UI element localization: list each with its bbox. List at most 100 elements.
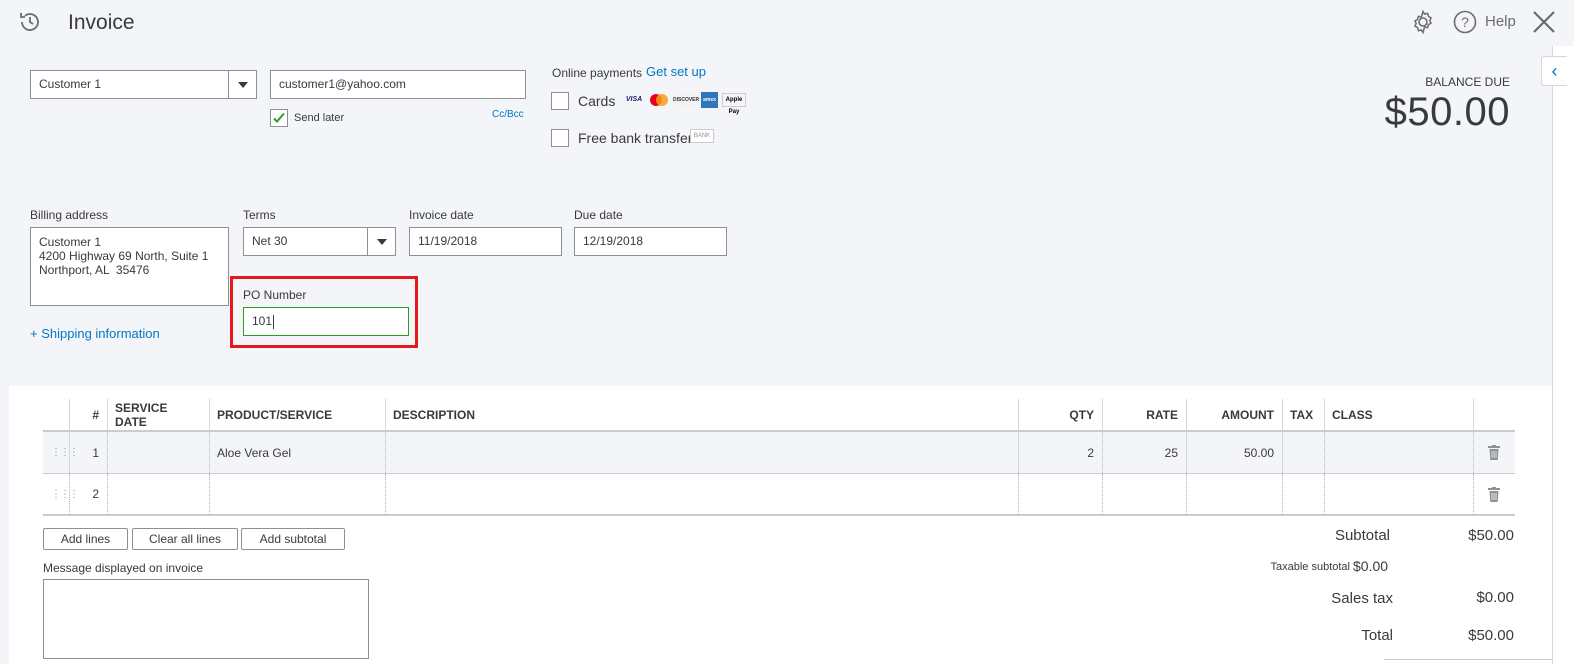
divider — [1384, 659, 1552, 660]
bank-transfer-checkbox[interactable] — [551, 129, 569, 147]
row-num: 2 — [92, 487, 99, 501]
row-tax[interactable] — [1282, 432, 1324, 473]
add-lines-button[interactable]: Add lines — [43, 528, 128, 550]
billing-address-label: Billing address — [30, 208, 109, 222]
help-icon[interactable]: ? — [1452, 9, 1478, 35]
col-header-service-date: SERVICE DATE — [115, 400, 168, 429]
balance-due-amount: $50.00 — [1384, 90, 1510, 134]
row-service-date[interactable] — [107, 432, 209, 473]
subtotal-value: $50.00 — [1468, 527, 1514, 544]
cards-label: Cards — [578, 93, 616, 109]
help-label[interactable]: Help — [1485, 13, 1516, 30]
row-rate[interactable] — [1102, 474, 1186, 514]
billing-line-3: Northport, AL 35476 — [39, 263, 150, 277]
col-header-class: CLASS — [1332, 407, 1373, 422]
col-header-tax: TAX — [1290, 407, 1314, 422]
col-header-rate: RATE — [1146, 407, 1178, 422]
chevron-down-icon[interactable] — [228, 71, 256, 98]
row-qty[interactable] — [1018, 474, 1102, 514]
subtotal-label: Subtotal — [1334, 527, 1390, 544]
taxable-subtotal-label: Taxable subtotal — [1270, 561, 1351, 573]
send-later-checkbox[interactable] — [270, 109, 288, 127]
col-header-product: PRODUCT/SERVICE — [217, 407, 333, 422]
po-number-field[interactable]: 101 — [243, 307, 409, 336]
invoice-date-field[interactable]: 11/19/2018 — [409, 227, 562, 256]
invoice-header — [0, 0, 1574, 46]
row-product[interactable] — [209, 474, 385, 514]
email-value: customer1@yahoo.com — [279, 77, 406, 91]
customer-value: Customer 1 — [39, 77, 102, 91]
trash-icon[interactable] — [1488, 487, 1500, 502]
row-amount[interactable]: 50.00 — [1186, 432, 1282, 473]
message-textarea[interactable] — [43, 579, 369, 659]
add-subtotal-button[interactable]: Add subtotal — [241, 528, 345, 550]
cards-checkbox[interactable] — [551, 92, 569, 110]
customer-select[interactable]: Customer 1 — [30, 70, 257, 99]
table-header-row: # SERVICE DATE PRODUCT/SERVICE DESCRIPTI… — [43, 399, 1515, 432]
collapse-panel-chevron-icon[interactable]: ‹ — [1541, 56, 1567, 86]
right-sidebar-strip — [1552, 46, 1574, 664]
row-service-date[interactable] — [107, 474, 209, 514]
po-number-label: PO Number — [243, 288, 307, 302]
total-label: Total — [1361, 627, 1393, 644]
col-header-qty: QTY — [1069, 407, 1094, 422]
amex-logo-icon: amex — [701, 92, 718, 108]
row-rate[interactable]: 25 — [1102, 432, 1186, 473]
sales-tax-label: Sales tax — [1331, 590, 1393, 607]
billing-line-1: Customer 1 — [39, 235, 102, 249]
table-row[interactable]: ⋮⋮⋮ 2 — [43, 474, 1515, 516]
row-qty[interactable]: 2 — [1018, 432, 1102, 473]
po-number-value: 101 — [252, 314, 273, 328]
trash-icon[interactable] — [1488, 445, 1500, 460]
row-amount[interactable] — [1186, 474, 1282, 514]
billing-line-2: 4200 Highway 69 North, Suite 1 — [39, 249, 209, 263]
chevron-down-icon[interactable] — [367, 228, 395, 255]
gear-icon[interactable] — [1410, 9, 1436, 35]
total-value: $50.00 — [1468, 627, 1514, 644]
visa-logo-icon: VISA — [625, 96, 643, 103]
table-row[interactable]: ⋮⋮⋮ 1 Aloe Vera Gel 2 25 50.00 — [43, 432, 1515, 474]
row-description[interactable] — [385, 432, 1017, 473]
col-header-num: # — [92, 407, 99, 422]
invoice-date-value: 11/19/2018 — [418, 234, 478, 248]
bank-icon: BANK — [690, 129, 714, 143]
bank-transfer-label: Free bank transfer — [578, 130, 693, 146]
drag-handle-icon[interactable]: ⋮⋮⋮ — [43, 474, 79, 514]
terms-select[interactable]: Net 30 — [243, 227, 396, 256]
drag-handle-icon[interactable]: ⋮⋮⋮ — [43, 432, 79, 473]
row-description[interactable] — [385, 474, 1017, 514]
message-label: Message displayed on invoice — [43, 561, 204, 575]
row-product[interactable]: Aloe Vera Gel — [209, 432, 385, 473]
col-header-amount: AMOUNT — [1221, 407, 1274, 422]
checkmark-icon — [273, 112, 285, 123]
due-date-label: Due date — [574, 208, 623, 222]
due-date-value: 12/19/2018 — [583, 234, 644, 248]
page-title: Invoice — [68, 11, 135, 34]
shipping-information-link[interactable]: + Shipping information — [30, 326, 160, 341]
close-icon[interactable] — [1530, 8, 1558, 36]
mastercard-logo-icon — [648, 93, 670, 107]
discover-logo-icon: DISCOVER — [673, 93, 699, 107]
apple-pay-logo-icon: Apple Pay — [722, 93, 746, 115]
billing-address-field[interactable]: Customer 1 4200 Highway 69 North, Suite … — [30, 227, 229, 306]
svg-text:?: ? — [1461, 14, 1469, 30]
row-tax[interactable] — [1282, 474, 1324, 514]
get-set-up-link[interactable]: Get set up — [646, 64, 706, 79]
taxable-subtotal-value: $0.00 — [1353, 558, 1389, 574]
terms-label: Terms — [243, 208, 276, 222]
clear-all-lines-button[interactable]: Clear all lines — [132, 528, 238, 550]
left-edge — [0, 46, 9, 664]
sales-tax-value: $0.00 — [1476, 589, 1514, 606]
balance-due-label: BALANCE DUE — [1425, 75, 1510, 89]
due-date-field[interactable]: 12/19/2018 — [574, 227, 727, 256]
recent-transactions-icon[interactable] — [16, 8, 44, 36]
online-payments-label: Online payments — [552, 66, 643, 80]
text-cursor — [273, 314, 275, 329]
col-header-description: DESCRIPTION — [393, 407, 476, 422]
row-num: 1 — [92, 445, 99, 460]
email-field[interactable]: customer1@yahoo.com — [270, 70, 526, 99]
row-class[interactable] — [1324, 474, 1473, 514]
cc-bcc-link[interactable]: Cc/Bcc — [492, 109, 524, 120]
row-class[interactable] — [1324, 432, 1473, 473]
invoice-date-label: Invoice date — [409, 208, 474, 222]
